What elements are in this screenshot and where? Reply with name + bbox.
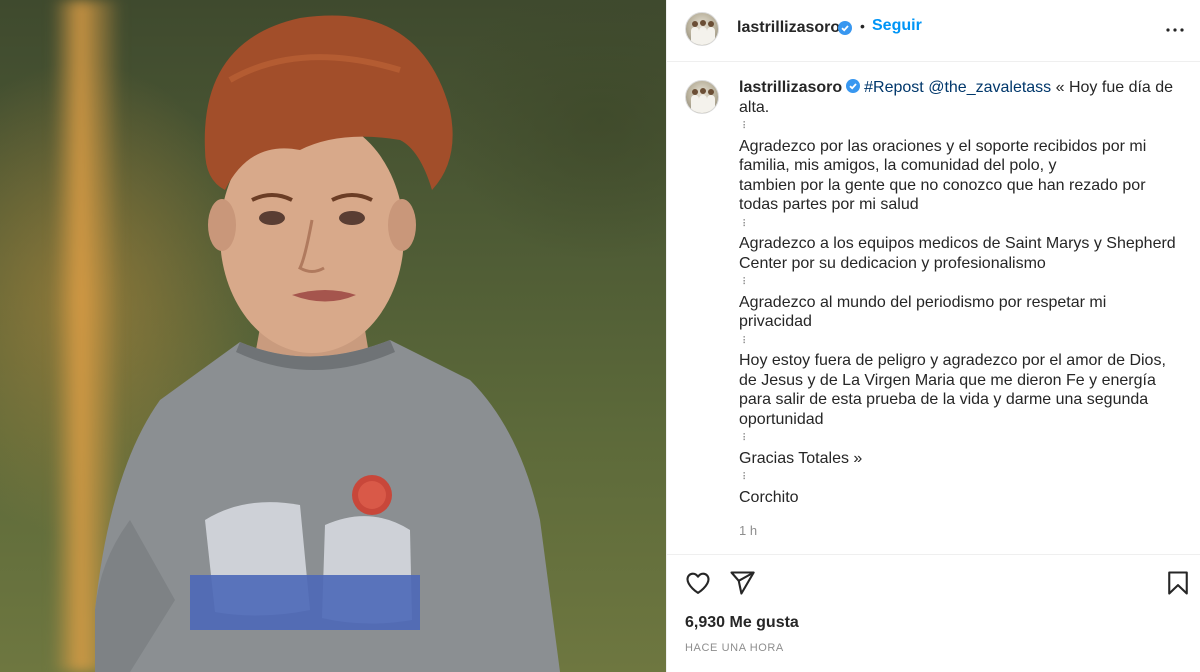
caption-avatar[interactable]	[685, 80, 719, 114]
hashtag-link[interactable]: #Repost	[864, 79, 924, 96]
caption-paragraph: Agradezco a los equipos medicos de Saint…	[739, 235, 1176, 272]
caption-signature: Corchito	[739, 488, 799, 506]
ellipsis-icon[interactable]	[1163, 18, 1187, 42]
post-actions: 6,930 Me gusta HACE UNA HORA	[667, 554, 1200, 672]
caption-paragraph: tambien por la gente que no conozco que …	[739, 176, 1146, 214]
caption-paragraph: Gracias Totales »	[739, 449, 863, 467]
caption-separator: ⠸	[739, 335, 746, 347]
boy-illustration	[95, 15, 560, 672]
caption-separator: ⠸	[739, 121, 746, 132]
caption-separator: ⠸	[739, 433, 746, 444]
verified-badge-icon	[846, 79, 861, 93]
caption-paragraph: Agradezco al mundo del periodismo por re…	[739, 293, 1107, 331]
caption-username[interactable]: lastrillizasoro	[739, 79, 842, 96]
caption-paragraph: Agradezco por las oraciones y el soporte…	[739, 137, 1147, 175]
post-side-panel: lastrillizasoro • Seguir lastrillizasoro…	[666, 0, 1200, 672]
header-separator: •	[860, 18, 865, 34]
caption-text: lastrillizasoro #Repost @the_zavaletass «…	[739, 78, 1179, 507]
heart-icon[interactable]	[684, 569, 712, 597]
post-photo[interactable]	[0, 0, 666, 672]
post-header: lastrillizasoro • Seguir	[667, 0, 1200, 62]
likes-count[interactable]: 6,930 Me gusta	[685, 614, 799, 632]
caption-separator: ⠸	[739, 472, 746, 483]
caption-time-ago[interactable]: 1 h	[739, 523, 757, 538]
caption-area: lastrillizasoro #Repost @the_zavaletass «…	[667, 62, 1200, 554]
caption-separator: ⠸	[739, 218, 746, 230]
verified-badge-icon	[838, 21, 852, 35]
post-timestamp[interactable]: HACE UNA HORA	[685, 642, 784, 654]
caption-separator: ⠸	[739, 277, 746, 288]
follow-button[interactable]: Seguir	[872, 17, 922, 35]
header-username[interactable]: lastrillizasoro	[737, 19, 840, 37]
bookmark-icon[interactable]	[1164, 569, 1192, 597]
avatar[interactable]	[685, 12, 719, 46]
caption-paragraph: Hoy estoy fuera de peligro y agradezco p…	[739, 352, 1166, 428]
mention-link[interactable]: @the_zavaletass	[928, 79, 1051, 96]
send-icon[interactable]	[728, 569, 756, 597]
